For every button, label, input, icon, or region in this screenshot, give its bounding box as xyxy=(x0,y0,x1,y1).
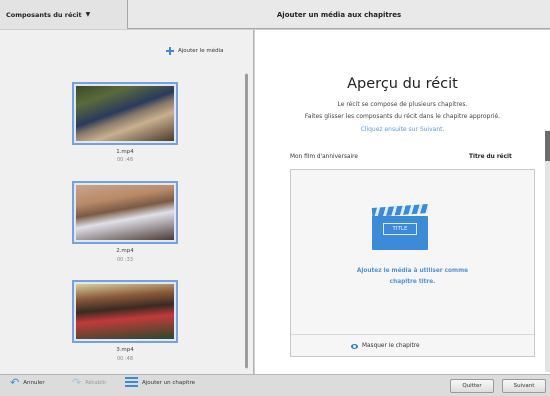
preview-title: Aperçu du récit xyxy=(347,76,458,92)
clip-duration: 00 :33 xyxy=(117,257,133,263)
add-chapter-icon xyxy=(125,377,138,388)
clip-name: 2.mp4 xyxy=(116,248,134,254)
hide-chapter-button[interactable]: Masquer le chapitre xyxy=(351,343,420,349)
clip-duration: 00 :48 xyxy=(117,356,133,362)
undo-icon: ↶ xyxy=(10,376,20,389)
chapter-label: Titre du récit xyxy=(469,154,512,160)
film-name: Mon film d'anniversaire xyxy=(290,154,358,160)
preview-instruction-link: Cliquez ensuite sur Suivant. xyxy=(360,126,445,133)
undo-label: Annuler xyxy=(23,379,45,386)
media-clip-thumbnail[interactable] xyxy=(72,181,178,244)
story-components-dropdown[interactable]: Composants du récit ▼ xyxy=(0,0,128,29)
clip-2-image xyxy=(76,185,174,240)
add-chapter-label: Ajouter un chapitre xyxy=(142,379,195,386)
media-clip-thumbnail[interactable] xyxy=(72,280,178,343)
clapper-stripes xyxy=(371,204,429,217)
chapter-divider xyxy=(291,334,534,335)
clapperboard-icon: TITLE xyxy=(371,202,429,252)
quit-button[interactable]: Quitter xyxy=(450,379,494,393)
clip-1-image xyxy=(76,86,174,141)
add-chapter-button[interactable]: Ajouter un chapitre xyxy=(125,377,195,388)
app-window: Composants du récit ▼ Ajouter un média a… xyxy=(0,0,550,396)
undo-button[interactable]: ↶ Annuler xyxy=(10,377,45,388)
redo-label: Rétablir xyxy=(85,379,107,386)
dropzone-hint: Ajoutez le média à utiliser comme xyxy=(356,268,469,274)
clip-name: 3.mp4 xyxy=(116,347,134,353)
media-scrollbar-thumb[interactable] xyxy=(245,74,248,368)
caret-down-icon: ▼ xyxy=(85,11,91,18)
story-components-label: Composants du récit xyxy=(6,10,82,19)
plus-icon xyxy=(166,47,174,55)
preview-description-line: Faites glisser les composants du récit d… xyxy=(304,113,501,120)
hide-chapter-label: Masquer le chapitre xyxy=(362,343,420,349)
add-media-label: Ajouter le média xyxy=(178,48,224,54)
clip-name: 1.mp4 xyxy=(116,149,134,155)
clapper-title-text: TITLE xyxy=(383,223,417,235)
media-clip-thumbnail[interactable] xyxy=(72,82,178,145)
preview-scrollbar-track[interactable] xyxy=(545,130,550,372)
redo-button[interactable]: ↷ Rétablir xyxy=(72,377,107,388)
dropzone-hint: chapitre titre. xyxy=(389,279,436,285)
page-title: Ajouter un média aux chapitres xyxy=(276,10,402,19)
clip-duration: 00 :48 xyxy=(117,157,133,163)
eye-icon xyxy=(351,343,358,349)
redo-icon: ↷ xyxy=(72,376,82,389)
next-button[interactable]: Suivant xyxy=(502,379,546,393)
preview-scrollbar-thumb[interactable] xyxy=(545,131,550,161)
clip-3-image xyxy=(76,284,174,339)
title-chapter-dropzone[interactable]: TITLE Ajoutez le média à utiliser comme … xyxy=(290,169,535,357)
add-media-button[interactable]: Ajouter le média xyxy=(166,47,223,55)
header-bar: Composants du récit ▼ Ajouter un média a… xyxy=(0,0,550,29)
preview-description-line: Le récit se compose de plusieurs chapitr… xyxy=(337,101,468,108)
